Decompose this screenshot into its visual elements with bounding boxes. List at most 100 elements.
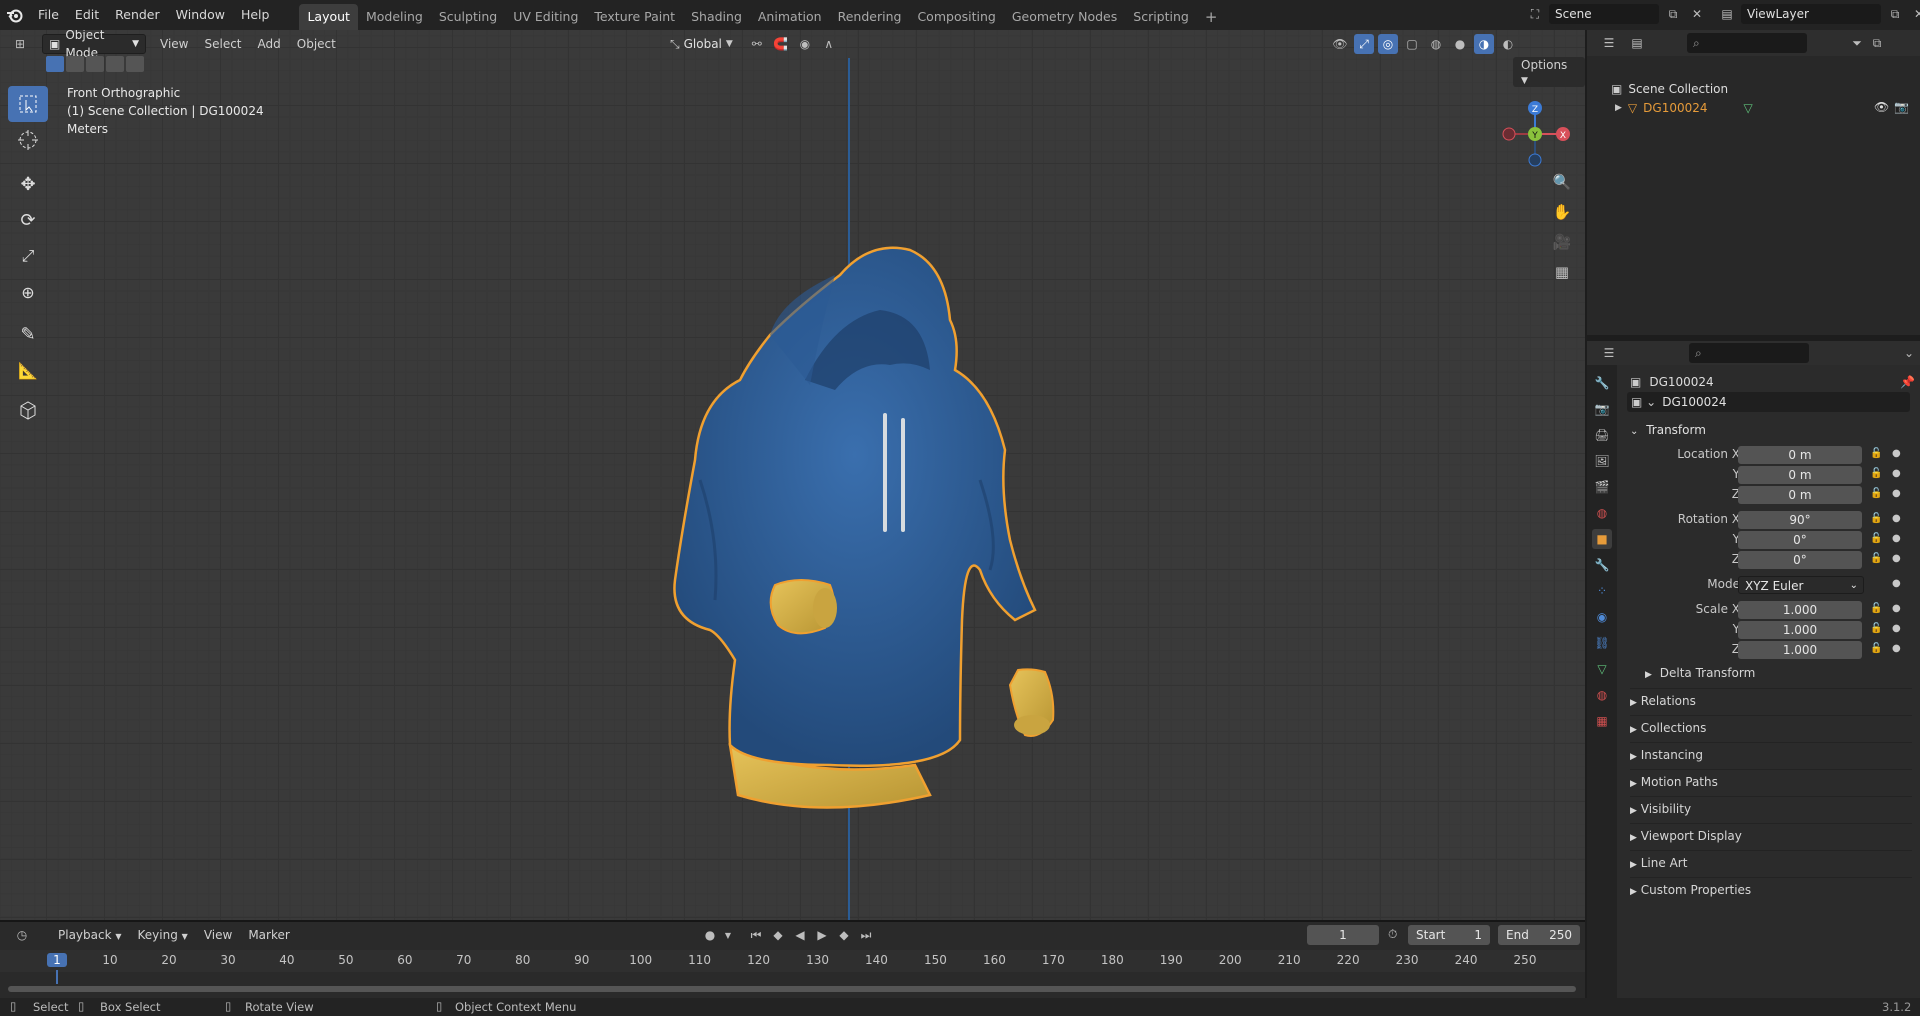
camera-render-icon[interactable]: 📷 [1894,100,1909,114]
pivot-icon[interactable]: ⚯ [747,34,767,54]
scale-y-field[interactable]: 1.000 [1738,621,1862,639]
playback-menu[interactable]: Playback ▼ [50,928,130,942]
select-invert-icon[interactable] [106,56,124,72]
auto-keying-icon[interactable]: ● [700,925,720,945]
select-box-tool-icon[interactable] [8,86,48,122]
viewport-menu-object[interactable]: Object [289,37,344,51]
snap-icon[interactable]: 🧲 [771,34,791,54]
location-x-field[interactable]: 0 m [1738,446,1862,464]
outliner-row-object[interactable]: ▶ ▽ DG100024 ▽ [1615,101,1753,115]
keyframe-dot-icon[interactable]: ● [1892,603,1901,614]
camera-view-icon[interactable]: 🎥 [1550,230,1574,254]
3d-viewport[interactable]: ⊞ ▣ Object Mode ▼ View Select Add Object… [0,30,1585,920]
ortho-grid-icon[interactable]: ▦ [1550,260,1574,284]
select-intersect-icon[interactable] [126,56,144,72]
next-keyframe-icon[interactable]: ◆ [834,925,854,945]
menu-render[interactable]: Render [107,0,168,30]
texture-tab-icon[interactable]: ▦ [1592,711,1612,731]
transform-panel-header[interactable]: ⌄ Transform [1630,418,1912,442]
expand-arrow-icon[interactable]: ▶ [1615,103,1622,113]
lock-icon[interactable]: 🔓 [1870,533,1882,544]
collections-panel[interactable]: ▶ Collections [1630,715,1912,739]
properties-search-input[interactable]: ⌕ [1689,343,1809,363]
xray-icon[interactable]: ▢ [1402,34,1422,54]
visibility-icon[interactable]: 👁 [1330,34,1350,54]
rotate-tool-icon[interactable]: ⟳ [8,202,48,238]
navigation-gizmo[interactable]: Z Y X [1490,90,1570,170]
keyframe-dot-icon[interactable]: ● [1892,623,1901,634]
tab-modeling[interactable]: Modeling [358,4,431,30]
stopwatch-icon[interactable]: ⏱ [1388,927,1397,942]
lock-icon[interactable]: 🔓 [1870,553,1882,564]
tab-layout[interactable]: Layout [299,4,358,30]
current-frame-indicator[interactable]: 1 [47,953,67,967]
move-tool-icon[interactable]: ✥ [8,166,48,202]
marker-menu[interactable]: Marker [240,928,297,942]
menu-edit[interactable]: Edit [67,0,107,30]
overlay-toggle-icon[interactable]: ◎ [1378,34,1398,54]
annotate-tool-icon[interactable]: ✎ [8,316,48,352]
tab-compositing[interactable]: Compositing [909,4,1003,30]
new-scene-icon[interactable]: ⧉ [1663,4,1683,24]
tab-geometry-nodes[interactable]: Geometry Nodes [1004,4,1125,30]
select-subtract-icon[interactable] [86,56,104,72]
menu-file[interactable]: File [30,0,67,30]
add-workspace-button[interactable]: + [1197,4,1226,30]
falloff-icon[interactable]: ∧ [819,34,839,54]
keying-menu[interactable]: Keying ▼ [130,928,196,942]
scale-tool-icon[interactable]: ⤢ [8,238,48,274]
display-mode-icon[interactable]: ▤ [1627,33,1647,53]
viewport-menu-add[interactable]: Add [250,37,289,51]
measure-tool-icon[interactable]: 📐 [8,352,48,388]
tab-shading[interactable]: Shading [683,4,750,30]
lock-icon[interactable]: 🔓 [1870,513,1882,524]
viewport-display-panel[interactable]: ▶ Viewport Display [1630,823,1912,847]
outliner-search-input[interactable]: ⌕ [1687,33,1807,53]
relations-panel[interactable]: ▶ Relations [1630,688,1912,712]
lock-icon[interactable]: 🔓 [1870,643,1882,654]
select-new-icon[interactable] [46,56,64,72]
menu-window[interactable]: Window [168,0,233,30]
chevron-down-icon[interactable]: ⌄ [1899,343,1919,363]
pan-hand-icon[interactable]: ✋ [1550,200,1574,224]
playhead-line[interactable] [56,970,58,984]
add-cube-tool-icon[interactable] [8,392,48,428]
motion-paths-panel[interactable]: ▶ Motion Paths [1630,769,1912,793]
new-view-layer-icon[interactable]: ⧉ [1885,4,1905,24]
options-button[interactable]: Options ▼ [1513,57,1585,87]
zoom-icon[interactable]: 🔍 [1550,170,1574,194]
blender-logo-icon[interactable] [0,0,30,30]
outliner-row-scene-collection[interactable]: ▣ Scene Collection [1611,82,1728,96]
keyframe-dot-icon[interactable]: ● [1892,533,1901,544]
rotation-y-field[interactable]: 0° [1738,531,1862,549]
custom-properties-panel[interactable]: ▶ Custom Properties [1630,877,1912,901]
timeline-editor-type-icon[interactable]: ◷ [12,925,32,945]
editor-type-icon[interactable]: ⊞ [10,34,30,54]
prev-keyframe-icon[interactable]: ◆ [768,925,788,945]
select-extend-icon[interactable] [66,56,84,72]
lock-icon[interactable]: 🔓 [1870,603,1882,614]
keyframe-dot-icon[interactable]: ● [1892,448,1901,459]
orientation-dropdown[interactable]: Global [684,37,722,51]
keyframe-dot-icon[interactable]: ● [1892,643,1901,654]
keyframe-dot-icon[interactable]: ● [1892,488,1901,499]
material-tab-icon[interactable]: ◍ [1592,685,1612,705]
view-layer-selector[interactable]: ViewLayer [1741,4,1881,24]
outliner-editor-type-icon[interactable]: ☰ [1599,33,1619,53]
tab-texture-paint[interactable]: Texture Paint [586,4,683,30]
rendered-shading-icon[interactable]: ◐ [1498,34,1518,54]
play-reverse-icon[interactable]: ◀ [790,925,810,945]
end-frame-field[interactable]: End 250 [1498,925,1580,945]
properties-editor-type-icon[interactable]: ☰ [1599,343,1619,363]
location-y-field[interactable]: 0 m [1738,466,1862,484]
tab-scripting[interactable]: Scripting [1125,4,1197,30]
solid-shading-icon[interactable]: ● [1450,34,1470,54]
lock-icon[interactable]: 🔓 [1870,488,1882,499]
chevron-down-icon[interactable]: ▼ [722,925,734,945]
keyframe-dot-icon[interactable]: ● [1892,468,1901,479]
eye-visibility-icon[interactable]: 👁 [1874,100,1889,114]
keyframe-dot-icon[interactable]: ● [1892,578,1901,589]
viewport-menu-view[interactable]: View [152,37,196,51]
scale-z-field[interactable]: 1.000 [1738,641,1862,659]
play-icon[interactable]: ▶ [812,925,832,945]
